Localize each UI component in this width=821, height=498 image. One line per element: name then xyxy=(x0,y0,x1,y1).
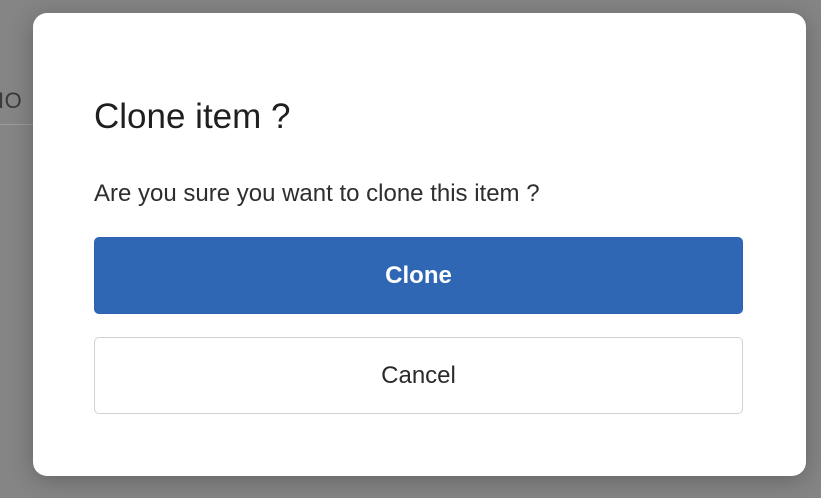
cancel-button[interactable]: Cancel xyxy=(94,337,743,414)
clone-dialog: Clone item ? Are you sure you want to cl… xyxy=(33,13,806,476)
clone-button[interactable]: Clone xyxy=(94,237,743,314)
dialog-message: Are you sure you want to clone this item… xyxy=(94,180,540,207)
background-partial-text: IO xyxy=(0,88,23,113)
dialog-title: Clone item ? xyxy=(94,97,291,136)
